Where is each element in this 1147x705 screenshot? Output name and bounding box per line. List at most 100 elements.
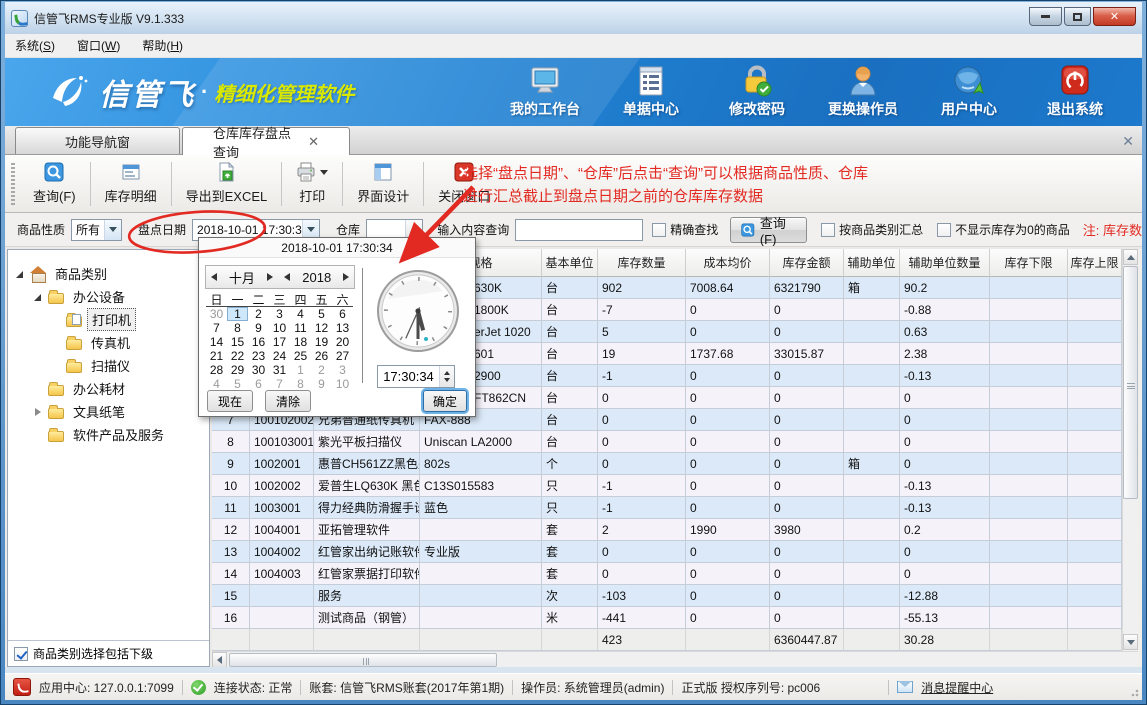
day[interactable]: 30 [206, 307, 227, 321]
day[interactable]: 15 [227, 335, 248, 349]
next-year-icon[interactable] [343, 273, 349, 281]
prev-year-icon[interactable] [284, 273, 290, 281]
close-button[interactable]: ✕ [1093, 7, 1136, 26]
tab-inventory-query[interactable]: 仓库库存盘点查询✕ [182, 127, 350, 155]
workbench-button[interactable]: 我的工作台 [504, 65, 586, 119]
day[interactable]: 13 [332, 321, 353, 335]
day[interactable]: 7 [269, 377, 290, 391]
day[interactable]: 25 [290, 349, 311, 363]
day[interactable]: 9 [311, 377, 332, 391]
vertical-scrollbar[interactable] [1122, 249, 1138, 651]
include-subcategory-checkbox[interactable] [14, 647, 28, 661]
horizontal-scrollbar[interactable] [212, 651, 1138, 667]
day[interactable]: 8 [227, 321, 248, 335]
tree-expander-icon[interactable] [16, 270, 24, 278]
ok-button[interactable]: 确定 [423, 390, 467, 412]
toolbar-detail-button[interactable]: 库存明细 [92, 158, 170, 210]
documents-center-button[interactable]: 单据中心 [610, 65, 692, 119]
day[interactable]: 6 [248, 377, 269, 391]
tab-nav-window[interactable]: 功能导航窗 [15, 127, 180, 154]
resize-grip[interactable] [1129, 687, 1139, 697]
prev-month-icon[interactable] [211, 273, 217, 281]
day[interactable]: 5 [311, 307, 332, 321]
tree-expander-icon[interactable] [34, 408, 42, 416]
chevron-down-icon[interactable] [104, 220, 121, 240]
maximize-button[interactable] [1064, 7, 1091, 26]
menu-window[interactable]: 窗口(W) [77, 37, 120, 54]
table-row[interactable]: 121004001亚拓管理软件套2199039800.2 [212, 519, 1122, 541]
day[interactable]: 4 [290, 307, 311, 321]
day[interactable]: 2 [311, 363, 332, 377]
toolbar-query-button[interactable]: 查询(F) [20, 158, 89, 210]
user-center-button[interactable]: 用户中心 [928, 65, 1010, 119]
table-row[interactable]: 101002002爱普生LQ630K 黑色色C13S015583只-100-0.… [212, 475, 1122, 497]
horizontal-scroll-thumb[interactable] [229, 653, 497, 667]
now-button[interactable]: 现在 [207, 390, 253, 412]
tree-expander-icon[interactable] [34, 293, 42, 301]
tree-item-传真机[interactable]: 传真机 [8, 331, 209, 354]
group-by-category-checkbox[interactable] [821, 223, 835, 237]
table-row[interactable]: 8100103001紫光平板扫描仪Uniscan LA2000台0000 [212, 431, 1122, 453]
day[interactable]: 5 [227, 377, 248, 391]
day[interactable]: 11 [290, 321, 311, 335]
minimize-button[interactable] [1029, 7, 1062, 26]
day[interactable]: 27 [332, 349, 353, 363]
toolbar-export-excel-button[interactable]: 导出到EXCEL [173, 158, 281, 210]
day[interactable]: 3 [269, 307, 290, 321]
table-row[interactable]: 111003001得力经典防滑握手设蓝色只-100-0.13 [212, 497, 1122, 519]
time-spinner[interactable]: 17:30:34 [377, 365, 455, 388]
day[interactable]: 31 [269, 363, 290, 377]
day[interactable]: 23 [248, 349, 269, 363]
day[interactable]: 20 [332, 335, 353, 349]
toolbar-print-button[interactable]: 打印 [283, 158, 341, 210]
toolbar-ui-design-button[interactable]: 界面设计 [344, 158, 422, 210]
day[interactable]: 28 [206, 363, 227, 377]
day[interactable]: 18 [290, 335, 311, 349]
menu-system[interactable]: 系统(S) [15, 37, 55, 54]
table-summary-row[interactable]: 4236360447.8730.28 [212, 629, 1122, 651]
clear-button[interactable]: 清除 [265, 390, 311, 412]
exact-search-checkbox[interactable] [652, 223, 666, 237]
day[interactable]: 7 [206, 321, 227, 335]
switch-operator-button[interactable]: 更换操作员 [822, 65, 904, 119]
tree-item-商品类别[interactable]: 商品类别 [8, 262, 209, 285]
exit-system-button[interactable]: 退出系统 [1034, 65, 1116, 119]
tree-item-软件产品及服务[interactable]: 软件产品及服务 [8, 423, 209, 446]
query-button[interactable]: 查询(F) [730, 217, 807, 243]
day[interactable]: 9 [248, 321, 269, 335]
table-row[interactable]: 141004003红管家票据打印软件套0000 [212, 563, 1122, 585]
day[interactable]: 21 [206, 349, 227, 363]
tree-item-文具纸笔[interactable]: 文具纸笔 [8, 400, 209, 423]
vertical-scroll-thumb[interactable] [1123, 266, 1138, 499]
day[interactable]: 4 [206, 377, 227, 391]
selected-day[interactable]: 1 [227, 307, 248, 321]
tab-close-icon[interactable]: ✕ [308, 134, 319, 150]
scroll-up-icon[interactable] [1123, 249, 1138, 265]
message-center-link[interactable]: 消息提醒中心 [921, 679, 993, 696]
tree-item-办公耗材[interactable]: 办公耗材 [8, 377, 209, 400]
day[interactable]: 16 [248, 335, 269, 349]
table-row[interactable]: 131004002红管家出纳记账软件专业版套0000 [212, 541, 1122, 563]
day[interactable]: 29 [227, 363, 248, 377]
day[interactable]: 10 [332, 377, 353, 391]
day[interactable]: 2 [248, 307, 269, 321]
tree-item-扫描仪[interactable]: 扫描仪 [8, 354, 209, 377]
tree-item-办公设备[interactable]: 办公设备 [8, 285, 209, 308]
scroll-left-icon[interactable] [212, 652, 227, 667]
day[interactable]: 26 [311, 349, 332, 363]
search-input[interactable] [515, 219, 643, 241]
day[interactable]: 17 [269, 335, 290, 349]
menu-help[interactable]: 帮助(H) [142, 37, 183, 54]
tree-item-打印机[interactable]: 打印机 [8, 308, 209, 331]
day[interactable]: 30 [248, 363, 269, 377]
day[interactable]: 19 [311, 335, 332, 349]
day[interactable]: 3 [332, 363, 353, 377]
day[interactable]: 10 [269, 321, 290, 335]
table-row[interactable]: 15服务次-10300-12.88 [212, 585, 1122, 607]
day[interactable]: 22 [227, 349, 248, 363]
time-spin-buttons[interactable] [439, 366, 454, 387]
next-month-icon[interactable] [267, 273, 273, 281]
hide-zero-stock-checkbox[interactable] [937, 223, 951, 237]
day[interactable]: 1 [290, 363, 311, 377]
change-password-button[interactable]: 修改密码 [716, 65, 798, 119]
